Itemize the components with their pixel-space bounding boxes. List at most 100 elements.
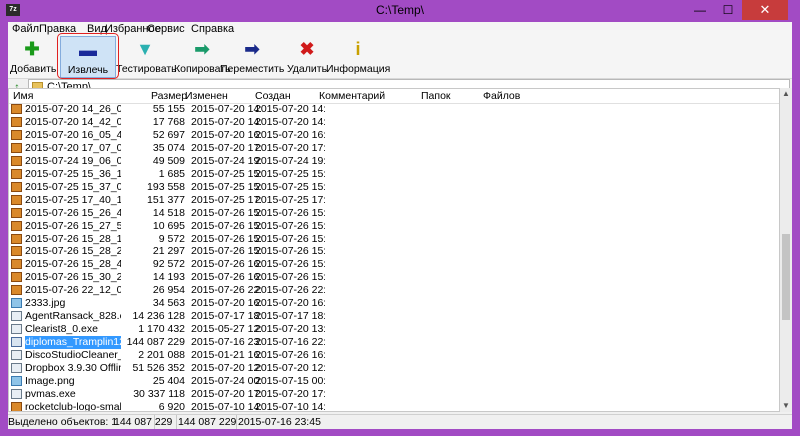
file-modified: 2015-07-25 17:40 <box>191 193 261 206</box>
file-size: 2 201 088 <box>138 349 185 362</box>
move-arrow-icon: ➡ <box>244 39 260 59</box>
test-button[interactable]: ▼ Тестировать <box>116 36 177 78</box>
file-size: 9 572 <box>158 232 185 245</box>
info-label: Информация <box>326 63 391 75</box>
delete-button[interactable]: ✖ Удалить <box>282 36 332 78</box>
file-created: 2015-07-20 16:05 <box>255 128 325 141</box>
file-size: 52 697 <box>152 128 185 141</box>
move-label: Переместить <box>220 63 285 75</box>
file-created: 2015-07-26 15:28 <box>255 232 325 245</box>
file-modified: 2015-07-20 12:58 <box>191 362 261 374</box>
file-modified: 2015-07-20 14:42 <box>191 115 261 128</box>
table-row[interactable]: 2015-07-26 15_28_11-И... 9 572 2015-07-26 … <box>9 232 779 246</box>
table-row[interactable]: 2015-07-20 14_26_04-Ст... 55 155 2015-07-2… <box>9 103 779 116</box>
file-created: 2015-07-25 17:40 <box>255 193 325 206</box>
exe-file-icon <box>11 311 22 322</box>
table-row[interactable]: 2015-07-26 15_30_26-И... 14 193 2015-07-26… <box>9 271 779 284</box>
menu-help[interactable]: Справка <box>191 22 234 36</box>
table-row[interactable]: 2015-07-26 15_27_54-И... 10 695 2015-07-26… <box>9 220 779 233</box>
info-button[interactable]: i Информация <box>326 36 390 78</box>
table-row[interactable]: 2015-07-20 17_07_09-Ре... 35 074 2015-07-2… <box>9 142 779 155</box>
file-created: 2015-07-20 12:58 <box>255 362 325 374</box>
minimize-button[interactable]: — <box>686 0 714 20</box>
file-size: 151 377 <box>147 193 185 206</box>
table-row[interactable]: Clearist8_0.exe 1 170 432 2015-05-27 12:01… <box>9 323 779 336</box>
scroll-down-icon[interactable]: ▼ <box>780 400 792 412</box>
file-created: 2015-07-20 13:10 <box>255 323 325 336</box>
file-size: 14 236 128 <box>132 310 185 323</box>
archive-file-icon <box>11 142 22 153</box>
table-row[interactable]: 2015-07-20 14_42_08-Ст... 17 768 2015-07-2… <box>9 115 779 129</box>
scroll-thumb[interactable] <box>782 234 790 320</box>
column-comment[interactable]: Комментарий <box>319 89 385 103</box>
table-row[interactable]: 2015-07-25 15_36_14-И... 1 685 2015-07-25 … <box>9 167 779 181</box>
file-size: 49 509 <box>152 154 185 167</box>
scroll-up-icon[interactable]: ▲ <box>780 88 792 100</box>
table-row[interactable]: AgentRansack_828.exe 14 236 128 2015-07-17… <box>9 310 779 323</box>
file-created: 2015-07-26 15:28 <box>255 245 325 258</box>
table-row[interactable]: 2015-07-26 15_28_20-Т... 21 297 2015-07-26… <box>9 245 779 258</box>
file-name: Dropbox 3.9.30 Offline I... <box>25 362 121 374</box>
archive-file-icon <box>11 168 22 179</box>
file-created: 2015-07-26 22:12 <box>255 284 325 297</box>
file-modified: 2015-07-20 16:23 <box>191 297 261 310</box>
file-modified: 2015-07-24 19:06 <box>191 154 261 167</box>
file-modified: 2015-07-26 15:26 <box>191 206 261 219</box>
title-bar: 7z C:\Temp\ — ☐ ✕ <box>0 0 800 22</box>
column-size[interactable]: Размер <box>151 89 187 103</box>
move-button[interactable]: ➡ Переместить <box>220 36 284 78</box>
table-row[interactable]: Dropbox 3.9.30 Offline I... 51 526 352 201… <box>9 362 779 375</box>
column-files[interactable]: Файлов <box>483 89 520 103</box>
column-modified[interactable]: Изменен <box>185 89 228 103</box>
file-modified: 2015-07-10 14:15 <box>191 400 261 412</box>
archive-file-icon <box>11 129 22 140</box>
table-row[interactable]: Image.png 25 404 2015-07-24 00:172015-07-1… <box>9 375 779 388</box>
table-row[interactable]: 2015-07-20 16_05_41-Ст... 52 697 2015-07-2… <box>9 128 779 142</box>
table-row[interactable]: 2333.jpg 34 563 2015-07-20 16:232015-07-20… <box>9 297 779 310</box>
file-name: 2015-07-26 15_28_11-И... <box>25 232 121 245</box>
table-row[interactable]: 2015-07-25 17_40_17-М... 151 377 2015-07-2… <box>9 193 779 207</box>
add-label: Добавить <box>10 63 57 75</box>
file-size: 14 193 <box>152 271 185 284</box>
file-name: 2015-07-24 19_06_05-Б... <box>25 154 121 167</box>
vertical-scrollbar[interactable]: ▲ ▼ <box>780 88 792 412</box>
table-row[interactable]: DiscoStudioCleaner_1.3... 2 201 088 2015-0… <box>9 349 779 362</box>
close-button[interactable]: ✕ <box>742 0 788 20</box>
file-name: pvmas.exe <box>25 387 76 400</box>
file-modified: 2015-05-27 12:01 <box>191 323 261 336</box>
table-row[interactable]: 2015-07-24 19_06_05-Б... 49 509 2015-07-24… <box>9 154 779 168</box>
file-modified: 2015-07-20 16:05 <box>191 128 261 141</box>
table-row[interactable]: rocketclub-logo-small-f... 6 920 2015-07-1… <box>9 400 779 412</box>
archive-file-icon <box>11 207 22 218</box>
table-row[interactable]: 2015-07-26 15_28_46-Кн... 92 572 2015-07-2… <box>9 258 779 271</box>
menu-tools[interactable]: Сервис <box>147 22 185 36</box>
info-icon: i <box>355 39 361 59</box>
archive-file-icon <box>11 272 22 283</box>
menu-file[interactable]: Файл <box>12 22 39 36</box>
archive-file-icon <box>11 104 22 114</box>
file-created: 2015-07-25 15:36 <box>255 167 325 180</box>
table-row[interactable]: pvmas.exe 30 337 118 2015-07-20 17:112015-… <box>9 387 779 401</box>
file-name: 2015-07-26 22_12_02-С... <box>25 284 121 297</box>
file-created: 2015-07-26 16:22 <box>255 349 325 362</box>
add-button[interactable]: ✚ Добавить <box>10 36 57 78</box>
file-created: 2015-07-10 14:15 <box>255 400 325 412</box>
table-row[interactable]: 2015-07-26 15_26_40-IQ... 14 518 2015-07-2… <box>9 206 779 220</box>
file-created: 2015-07-26 15:30 <box>255 271 325 284</box>
column-name[interactable]: Имя <box>13 89 33 103</box>
file-name: 2333.jpg <box>25 297 66 310</box>
file-size: 51 526 352 <box>132 362 185 374</box>
column-created[interactable]: Создан <box>255 89 291 103</box>
client-area: Файл Правка Вид Избранное Сервис Справка… <box>8 22 792 429</box>
file-size: 55 155 <box>152 103 185 115</box>
file-size: 30 337 118 <box>133 387 185 400</box>
file-created: 2015-07-25 15:37 <box>255 180 325 193</box>
table-row[interactable]: diplomas_Tramplin1283... 144 087 229 2015-… <box>9 336 779 350</box>
archive-file-icon <box>11 220 22 231</box>
column-folders[interactable]: Папок <box>421 89 451 103</box>
maximize-button[interactable]: ☐ <box>714 0 742 20</box>
table-row[interactable]: 2015-07-25 15_37_00-М... 193 558 2015-07-2… <box>9 180 779 194</box>
file-modified: 2015-07-26 16:44 <box>191 258 261 271</box>
extract-highlight <box>57 33 119 79</box>
table-row[interactable]: 2015-07-26 22_12_02-С... 26 954 2015-07-26… <box>9 284 779 297</box>
